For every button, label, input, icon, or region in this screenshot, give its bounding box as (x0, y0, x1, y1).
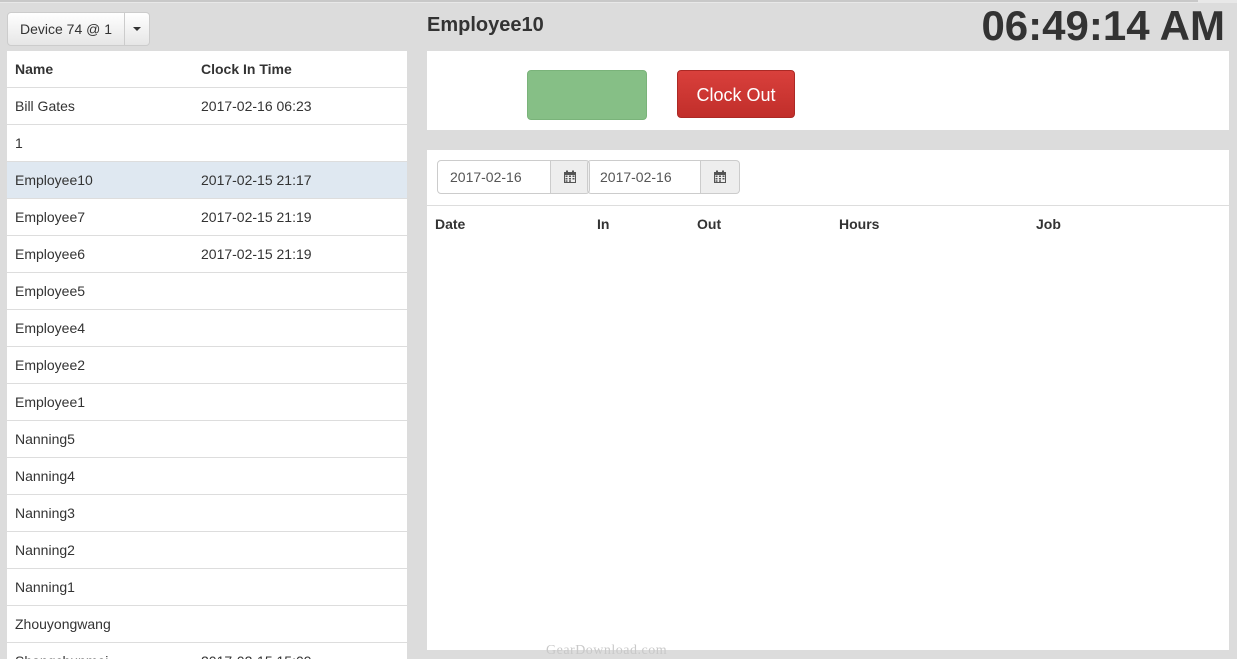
device-dropdown[interactable]: Device 74 @ 1 (7, 12, 151, 46)
column-header-job: Job (1036, 216, 1061, 232)
column-header-in: In (597, 216, 610, 232)
employee-list-header: Name Clock In Time (7, 51, 407, 88)
employee-row[interactable]: Employee4 (7, 309, 407, 346)
employee-row[interactable]: Nanning2 (7, 531, 407, 568)
employee-row[interactable]: Shangchunmei 2017-02-15 15:09 (7, 642, 407, 659)
employee-name: Employee6 (15, 246, 86, 262)
calendar-icon (714, 170, 726, 183)
clock-out-button[interactable]: Clock Out (677, 70, 795, 118)
employee-row[interactable]: Bill Gates 2017-02-16 06:23 (7, 88, 407, 124)
employee-row[interactable]: Zhouyongwang (7, 605, 407, 642)
column-header-date: Date (435, 216, 466, 232)
column-header-name: Name (15, 61, 54, 77)
chevron-down-icon (133, 27, 142, 31)
employee-row[interactable]: Employee5 (7, 272, 407, 309)
employee-name: Nanning4 (15, 468, 75, 484)
records-divider (427, 205, 1229, 206)
employee-name: Nanning3 (15, 505, 75, 521)
employee-clock-in: 2017-02-15 21:19 (201, 246, 312, 262)
employee-row[interactable]: Nanning5 (7, 420, 407, 457)
employee-name: Employee7 (15, 209, 86, 225)
column-header-hours: Hours (839, 216, 880, 232)
end-date-input[interactable]: 2017-02-16 (587, 160, 701, 194)
end-date-calendar-button[interactable] (701, 160, 740, 194)
clock-action-panel: Clock Out (427, 51, 1229, 130)
device-button[interactable]: Device 74 @ 1 (7, 12, 126, 46)
employee-row-selected[interactable]: Employee10 2017-02-15 21:17 (7, 161, 407, 198)
clock-in-button[interactable] (527, 70, 647, 120)
employee-clock-in: 2017-02-15 15:09 (201, 643, 312, 659)
employee-row[interactable]: 1 (7, 124, 407, 161)
start-date-input[interactable]: 2017-02-16 (437, 160, 551, 194)
employee-name: Bill Gates (15, 98, 75, 114)
employee-clock-in: 2017-02-15 21:19 (201, 209, 312, 225)
employee-name: Employee1 (15, 394, 86, 410)
employee-row[interactable]: Nanning3 (7, 494, 407, 531)
end-date-picker[interactable]: 2017-02-16 (587, 160, 740, 194)
employee-name: 1 (15, 135, 23, 151)
employee-name: Nanning2 (15, 542, 75, 558)
employee-row[interactable]: Employee2 (7, 346, 407, 383)
employee-row[interactable]: Employee1 (7, 383, 407, 420)
employee-row[interactable]: Employee6 2017-02-15 21:19 (7, 235, 407, 272)
column-header-out: Out (697, 216, 722, 232)
employee-name: Shangchunmei (15, 643, 108, 659)
employee-row[interactable]: Employee7 2017-02-15 21:19 (7, 198, 407, 235)
start-date-picker[interactable]: 2017-02-16 (437, 160, 590, 194)
employee-name: Zhouyongwang (15, 616, 111, 632)
current-time-clock: 06:49:14 AM (981, 2, 1225, 49)
employee-name: Nanning5 (15, 431, 75, 447)
employee-name: Employee2 (15, 357, 86, 373)
employee-name: Employee4 (15, 320, 86, 336)
watermark: GearDownload.com (546, 643, 668, 658)
column-header-clock-in: Clock In Time (201, 61, 292, 77)
device-caret-button[interactable] (125, 12, 151, 46)
employee-row[interactable]: Nanning1 (7, 568, 407, 605)
employee-list: Name Clock In Time Bill Gates 2017-02-16… (7, 51, 407, 659)
employee-name: Employee10 (15, 172, 93, 188)
employee-clock-in: 2017-02-16 06:23 (201, 98, 312, 114)
employee-clock-in: 2017-02-15 21:17 (201, 172, 312, 188)
selected-employee-title: Employee10 (427, 14, 544, 36)
start-date-calendar-button[interactable] (551, 160, 590, 194)
employee-row[interactable]: Nanning4 (7, 457, 407, 494)
employee-name: Nanning1 (15, 579, 75, 595)
time-records-panel: 2017-02-16 2017-02-16 Date In Out Hours … (427, 150, 1229, 650)
employee-name: Employee5 (15, 283, 86, 299)
calendar-icon (564, 170, 576, 183)
